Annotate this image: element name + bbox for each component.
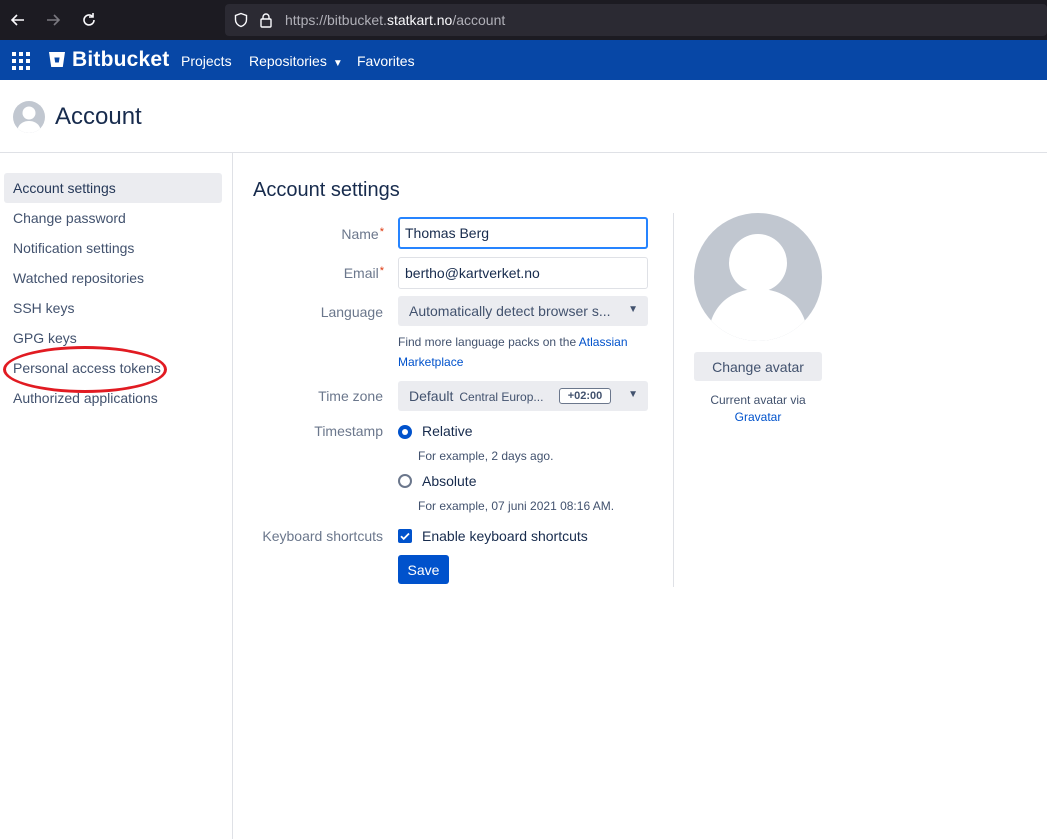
page-title: Account [55, 103, 142, 130]
nav-repositories[interactable]: Repositories ▼ [249, 53, 343, 69]
bitbucket-logo[interactable]: Bitbucket [48, 48, 169, 72]
user-avatar-icon [17, 106, 41, 133]
account-avatar [694, 213, 822, 341]
page-header: Account [0, 80, 1047, 153]
avatar-source-note: Current avatar via Gravatar [694, 392, 822, 426]
divider [673, 213, 674, 587]
arrow-right-icon [47, 14, 61, 26]
sidebar-item-account-settings[interactable]: Account settings [4, 173, 222, 203]
logo-text: Bitbucket [72, 48, 170, 71]
bitbucket-icon [49, 52, 65, 67]
user-avatar-icon [708, 234, 808, 341]
radio-relative[interactable] [398, 425, 412, 439]
email-label: Email* [343, 265, 384, 281]
check-icon [400, 532, 410, 541]
email-field[interactable] [398, 257, 648, 289]
nav-projects[interactable]: Projects [181, 53, 232, 69]
gravatar-link[interactable]: Gravatar [694, 409, 822, 426]
absolute-label[interactable]: Absolute [422, 473, 476, 489]
caret-down-icon: ▼ [628, 389, 638, 400]
timezone-selected: Default Central Europ... [409, 388, 544, 404]
atlassian-marketplace-link[interactable]: Atlassian [579, 335, 628, 349]
back-button[interactable] [6, 8, 30, 32]
shield-icon[interactable] [233, 12, 249, 28]
timezone-offset-badge: +02:00 [559, 388, 611, 404]
language-selected: Automatically detect browser s... [409, 303, 611, 319]
timezone-select[interactable]: Default Central Europ... +02:00 ▼ [398, 381, 648, 411]
arrow-left-icon [10, 14, 24, 26]
timezone-label: Time zone [318, 388, 383, 404]
atlassian-marketplace-link-2[interactable]: Marketplace [398, 355, 463, 369]
name-field[interactable] [398, 217, 648, 249]
save-button[interactable]: Save [398, 555, 449, 584]
sidebar: Account settings Change password Notific… [0, 153, 233, 839]
keyboard-shortcuts-checkbox[interactable] [398, 529, 412, 543]
app-switcher-icon[interactable] [12, 52, 30, 70]
caret-down-icon: ▼ [628, 304, 638, 315]
absolute-example: For example, 07 juni 2021 08:16 AM. [418, 499, 615, 513]
required-mark: * [379, 265, 384, 277]
change-avatar-button[interactable]: Change avatar [694, 352, 822, 381]
app-header: Bitbucket Projects Repositories ▼ Favorit… [0, 40, 1047, 80]
lock-icon[interactable] [259, 12, 273, 28]
sidebar-item-ssh-keys[interactable]: SSH keys [4, 293, 222, 323]
timestamp-label: Timestamp [314, 423, 383, 439]
avatar[interactable] [13, 101, 45, 133]
relative-example: For example, 2 days ago. [418, 449, 554, 463]
nav-favorites[interactable]: Favorites [357, 53, 415, 69]
keyboard-shortcuts-label: Keyboard shortcuts [262, 528, 383, 544]
reload-button[interactable] [77, 8, 101, 32]
sidebar-item-notification-settings[interactable]: Notification settings [4, 233, 222, 263]
language-select[interactable]: Automatically detect browser s... ▼ [398, 296, 648, 326]
radio-absolute[interactable] [398, 474, 412, 488]
sidebar-item-change-password[interactable]: Change password [4, 203, 222, 233]
name-label: Name* [341, 226, 384, 242]
chevron-down-icon: ▼ [332, 58, 343, 69]
required-mark: * [379, 226, 384, 238]
language-label: Language [320, 304, 383, 320]
language-help: Find more language packs on the Atlassia… [398, 335, 628, 369]
sidebar-item-watched-repositories[interactable]: Watched repositories [4, 263, 222, 293]
address-bar[interactable]: https://bitbucket.statkart.no/account [225, 4, 1047, 36]
forward-button[interactable] [41, 8, 65, 32]
url-text: https://bitbucket.statkart.no/account [285, 12, 506, 28]
keyboard-shortcuts-checkbox-label[interactable]: Enable keyboard shortcuts [422, 528, 588, 544]
reload-icon [83, 13, 95, 26]
relative-label[interactable]: Relative [422, 423, 473, 439]
section-title: Account settings [253, 179, 400, 201]
highlight-annotation [3, 346, 167, 393]
browser-toolbar: https://bitbucket.statkart.no/account [0, 0, 1047, 40]
